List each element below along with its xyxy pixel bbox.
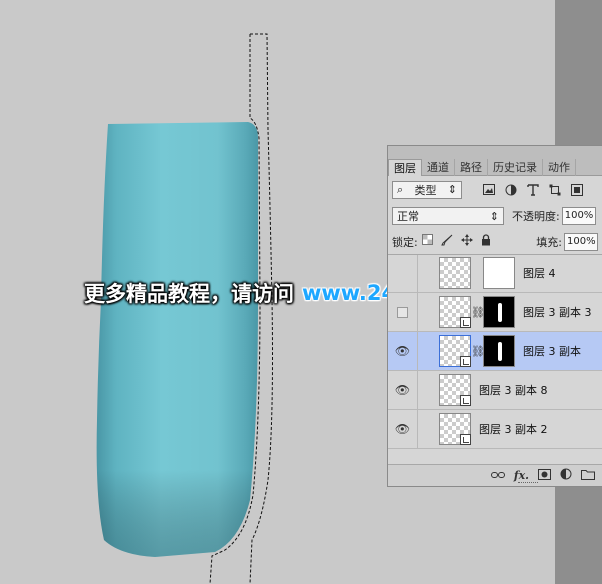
link-icon[interactable] — [490, 469, 505, 482]
resize-grip[interactable] — [518, 482, 538, 484]
lock-transparency-icon[interactable] — [421, 234, 433, 249]
eye-icon: 👁 — [394, 344, 411, 358]
tab-history[interactable]: 历史记录 — [488, 159, 543, 176]
fx-icon[interactable]: fx. — [514, 469, 529, 482]
layer-name: 图层 3 副本 2 — [479, 423, 548, 436]
tab-channels[interactable]: 通道 — [422, 159, 455, 176]
layer-mask-thumbnail — [483, 257, 515, 289]
lock-position-icon[interactable] — [460, 234, 473, 249]
blend-mode-value: 正常 — [397, 210, 419, 223]
adjustment-icon[interactable] — [560, 468, 572, 483]
select-arrow-icon: ⇕ — [447, 183, 457, 196]
fill-label: 填充: — [536, 235, 562, 249]
visibility-toggle[interactable]: 👁 — [388, 409, 418, 449]
layer-mask-thumbnail — [483, 335, 515, 367]
lock-label: 锁定: — [392, 235, 418, 249]
layer-name: 图层 3 副本 8 — [479, 384, 548, 397]
folder-icon[interactable] — [581, 469, 595, 483]
smart-object-badge-icon — [460, 356, 471, 367]
filter-icons — [482, 183, 583, 196]
filter-row: ⌕ 类型 ⇕ — [388, 176, 602, 203]
eye-icon: 👁 — [394, 422, 411, 436]
layer-thumbnail — [439, 296, 471, 328]
layer-row[interactable]: 👁 图层 3 副本 2 — [388, 409, 602, 449]
panel-tabs: 图层 通道 路径 历史记录 动作 — [388, 146, 602, 176]
layer-name: 图层 3 副本 3 — [523, 306, 592, 319]
type-filter-icon[interactable] — [526, 183, 539, 196]
mask-icon[interactable] — [538, 468, 551, 483]
layer-list: 图层 4 ⛓ 图层 3 副本 3 👁 ⛓ 图层 3 副本 👁 图层 3 副本 8… — [388, 255, 602, 462]
smart-object-badge-icon — [460, 395, 471, 406]
layer-name: 图层 3 副本 — [523, 345, 581, 358]
layer-thumbnail — [439, 257, 471, 289]
layer-thumbnail — [439, 413, 471, 445]
lock-all-icon[interactable] — [481, 234, 491, 249]
tab-layers[interactable]: 图层 — [388, 159, 422, 176]
smart-object-badge-icon — [460, 434, 471, 445]
smart-object-filter-icon[interactable] — [570, 183, 583, 196]
image-filter-icon[interactable] — [482, 183, 495, 196]
fill-input[interactable]: 100% — [564, 232, 598, 251]
smart-object-badge-icon — [460, 317, 471, 328]
layer-row[interactable]: 图层 4 — [388, 255, 602, 293]
tab-paths[interactable]: 路径 — [455, 159, 488, 176]
search-icon: ⌕ — [397, 182, 404, 196]
eye-icon: 👁 — [394, 383, 411, 397]
blend-mode-select[interactable]: 正常 ⇕ — [392, 207, 504, 225]
panel-footer: fx. — [388, 464, 602, 486]
layer-thumbnail — [439, 374, 471, 406]
visibility-toggle[interactable] — [388, 292, 418, 332]
layer-name: 图层 4 — [523, 267, 556, 280]
watermark-text: 更多精品教程，请访问 — [84, 282, 294, 306]
layer-thumbnail — [439, 335, 471, 367]
select-arrow-icon: ⇕ — [489, 209, 499, 223]
opacity-input[interactable]: 100% — [561, 207, 596, 225]
hidden-checkbox-icon — [397, 306, 408, 318]
layers-panel: 图层 通道 路径 历史记录 动作 ⌕ 类型 ⇕ 正常 ⇕ 不透明度: 100% … — [387, 145, 602, 487]
lock-icons — [421, 234, 491, 249]
tab-actions[interactable]: 动作 — [543, 159, 576, 176]
blend-row: 正常 ⇕ 不透明度: 100% — [388, 203, 602, 229]
layer-row[interactable]: 👁 图层 3 副本 8 — [388, 370, 602, 410]
visibility-toggle[interactable]: 👁 — [388, 331, 418, 371]
layer-mask-thumbnail — [483, 296, 515, 328]
lock-row: 锁定: 填充: 100% — [388, 229, 602, 255]
layer-row-selected[interactable]: 👁 ⛓ 图层 3 副本 — [388, 331, 602, 371]
chain-link-icon: ⛓ — [471, 344, 485, 358]
visibility-toggle[interactable]: 👁 — [388, 370, 418, 410]
opacity-label: 不透明度: — [512, 210, 560, 223]
chain-link-icon: ⛓ — [471, 305, 485, 319]
filter-kind-select[interactable]: ⌕ 类型 ⇕ — [392, 180, 462, 199]
adjustment-filter-icon[interactable] — [504, 183, 517, 196]
filter-kind-label: 类型 — [414, 183, 437, 197]
visibility-toggle[interactable] — [388, 255, 418, 293]
shape-filter-icon[interactable] — [548, 183, 561, 196]
lock-image-pixels-icon[interactable] — [440, 234, 453, 249]
layer-row[interactable]: ⛓ 图层 3 副本 3 — [388, 292, 602, 332]
